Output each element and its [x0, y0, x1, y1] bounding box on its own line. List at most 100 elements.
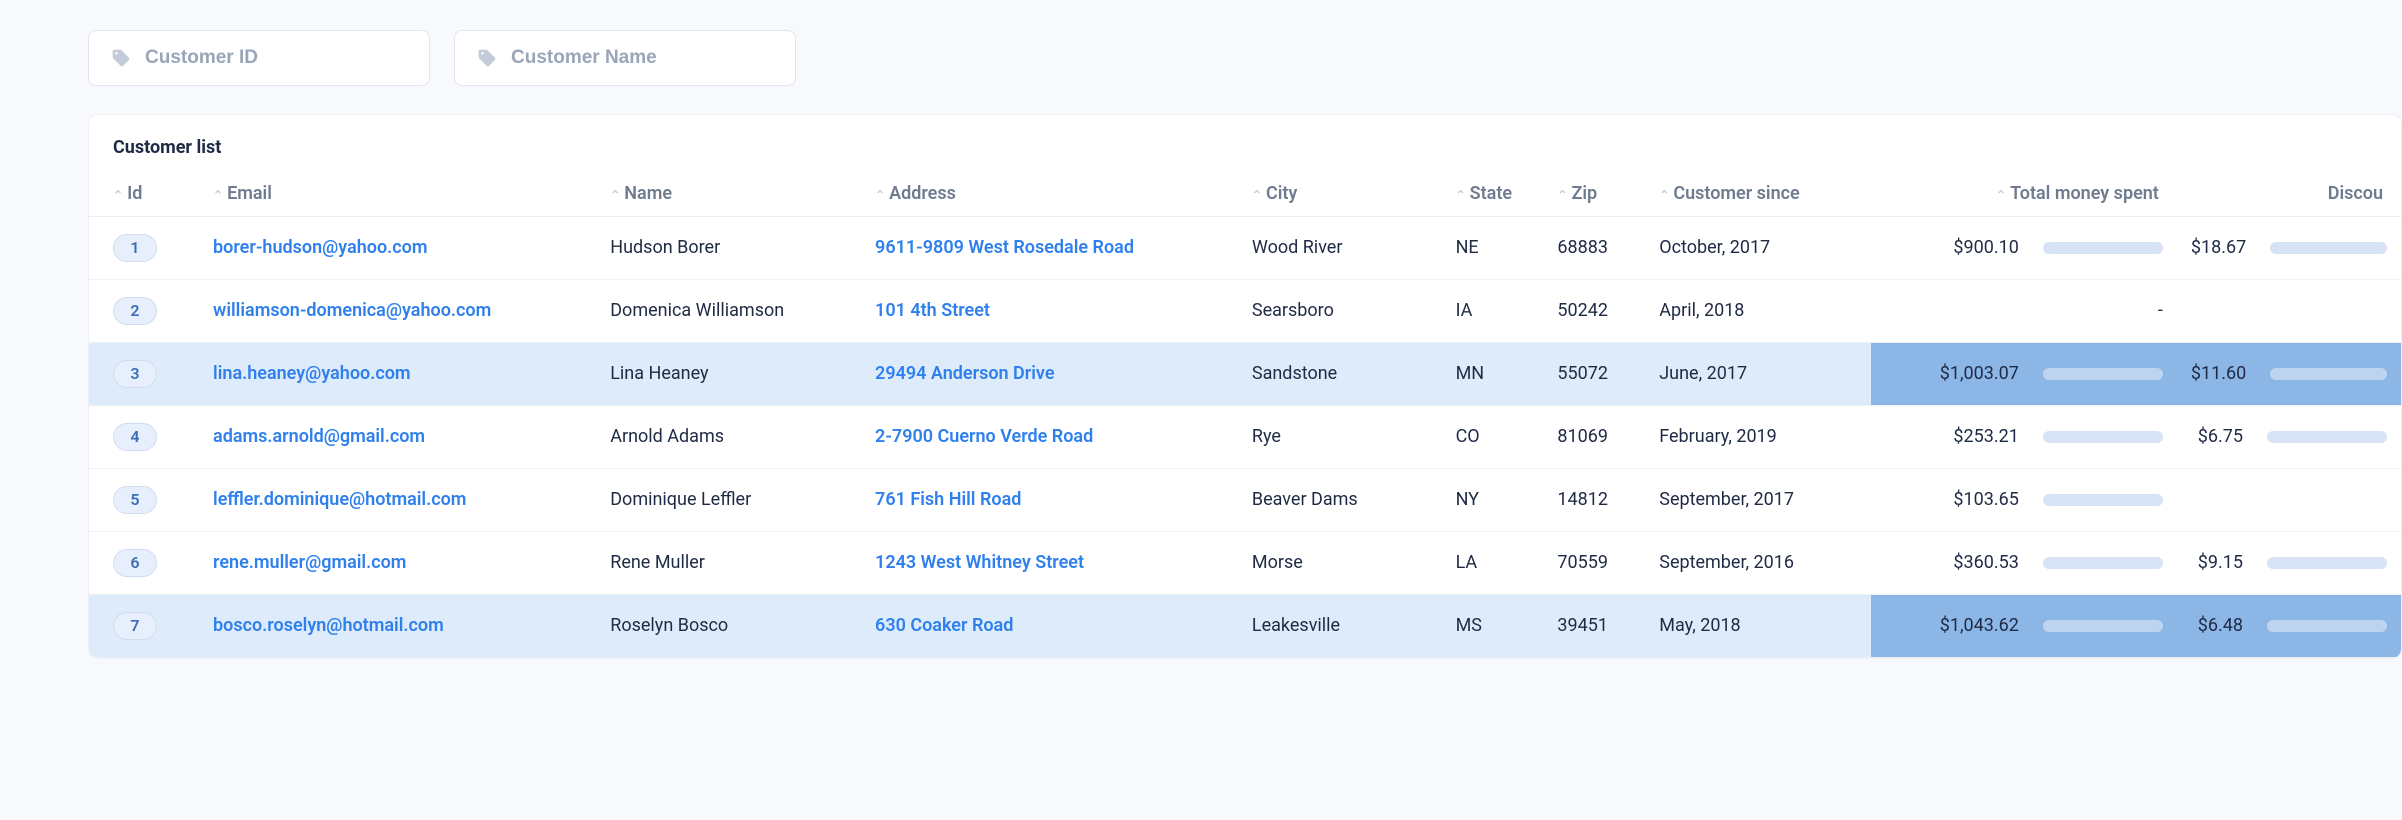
cell-city: Rye: [1240, 405, 1444, 468]
address-link[interactable]: 1243 West Whitney Street: [875, 552, 1084, 573]
cell-state: MS: [1444, 594, 1546, 657]
sort-icon: ⌃: [875, 188, 885, 202]
email-link[interactable]: adams.arnold@gmail.com: [213, 426, 425, 447]
col-header-id[interactable]: ⌃Id: [89, 172, 201, 216]
id-badge: 4: [113, 423, 157, 451]
col-header-state[interactable]: ⌃State: [1444, 172, 1546, 216]
customer-id-input[interactable]: [145, 47, 407, 69]
col-header-city[interactable]: ⌃City: [1240, 172, 1444, 216]
progress-bar: [2043, 431, 2163, 443]
sort-icon: ⌃: [213, 188, 223, 202]
customer-name-input[interactable]: [511, 47, 773, 69]
cell-city: Wood River: [1240, 216, 1444, 279]
total-cell: $1,043.62: [1871, 595, 2177, 657]
sort-icon: ⌃: [1557, 188, 1567, 202]
cell-city: Leakesville: [1240, 594, 1444, 657]
tag-icon: [477, 48, 497, 68]
col-header-zip[interactable]: ⌃Zip: [1545, 172, 1647, 216]
total-cell: $360.53: [1871, 532, 2177, 594]
cell-state: LA: [1444, 531, 1546, 594]
table-row[interactable]: 7bosco.roselyn@hotmail.comRoselyn Bosco6…: [89, 594, 2401, 657]
total-cell: $253.21: [1871, 406, 2177, 468]
table-row[interactable]: 5leffler.dominique@hotmail.comDominique …: [89, 468, 2401, 531]
address-link[interactable]: 29494 Anderson Drive: [875, 363, 1054, 384]
table-row[interactable]: 4 adams.arnold@gmail.com Arnold Adams 2-790…: [89, 405, 2401, 468]
discount-cell: $18.67: [2177, 217, 2401, 279]
sort-icon: ⌃: [1252, 188, 1262, 202]
cell-state: IA: [1444, 279, 1546, 342]
address-link[interactable]: 9611-9809 West Rosedale Road: [875, 237, 1134, 258]
sort-icon: ⌃: [1996, 188, 2006, 202]
col-header-name[interactable]: ⌃Name: [598, 172, 863, 216]
customer-id-filter[interactable]: [88, 30, 430, 86]
sort-icon: ⌃: [610, 188, 620, 202]
id-badge: 2: [113, 297, 157, 325]
id-badge: 3: [113, 360, 157, 388]
progress-bar: [2267, 620, 2387, 632]
cell-city: Searsboro: [1240, 279, 1444, 342]
address-link[interactable]: 761 Fish Hill Road: [875, 489, 1021, 510]
id-badge: 5: [113, 486, 157, 514]
cell-name: Rene Muller: [598, 531, 863, 594]
col-header-total[interactable]: ⌃Total money spent: [1871, 172, 2177, 216]
cell-zip: 70559: [1545, 531, 1647, 594]
cell-zip: 55072: [1545, 342, 1647, 405]
total-cell: -: [1871, 280, 2177, 342]
cell-zip: 68883: [1545, 216, 1647, 279]
email-link[interactable]: rene.muller@gmail.com: [213, 552, 406, 573]
email-link[interactable]: lina.heaney@yahoo.com: [213, 363, 411, 384]
email-link[interactable]: leffler.dominique@hotmail.com: [213, 489, 466, 510]
total-cell: $103.65: [1871, 469, 2177, 531]
id-badge: 1: [113, 234, 157, 262]
email-link[interactable]: williamson-domenica@yahoo.com: [213, 300, 491, 321]
progress-bar: [2270, 242, 2387, 254]
cell-state: NE: [1444, 216, 1546, 279]
cell-state: NY: [1444, 468, 1546, 531]
col-header-email[interactable]: ⌃Email: [201, 172, 598, 216]
table-row[interactable]: 3 lina.heaney@yahoo.com Lina Heaney 29494 A…: [89, 342, 2401, 405]
progress-bar: [2267, 431, 2387, 443]
cell-since: September, 2017: [1647, 468, 1871, 531]
cell-state: MN: [1444, 342, 1546, 405]
table-row[interactable]: 1borer-hudson@yahoo.comHudson Borer9611-…: [89, 216, 2401, 279]
cell-name: Arnold Adams: [598, 405, 863, 468]
email-link[interactable]: bosco.roselyn@hotmail.com: [213, 615, 444, 636]
cell-since: February, 2019: [1647, 405, 1871, 468]
cell-name: Domenica Williamson: [598, 279, 863, 342]
table-header-row: ⌃Id ⌃Email ⌃Name ⌃Address ⌃City ⌃State ⌃…: [89, 172, 2401, 216]
total-cell: $1,003.07: [1871, 343, 2177, 405]
progress-bar: [2043, 242, 2163, 254]
email-link[interactable]: borer-hudson@yahoo.com: [213, 237, 427, 258]
cell-zip: 50242: [1545, 279, 1647, 342]
cell-name: Lina Heaney: [598, 342, 863, 405]
cell-city: Sandstone: [1240, 342, 1444, 405]
table-row[interactable]: 2 williamson-domenica@yahoo.com Domenica W…: [89, 279, 2401, 342]
discount-cell: $6.48: [2177, 595, 2401, 657]
discount-cell: $9.15: [2177, 532, 2401, 594]
progress-bar: [2270, 368, 2387, 380]
progress-bar: [2043, 557, 2163, 569]
progress-bar: [2043, 368, 2163, 380]
table-row[interactable]: 6 rene.muller@gmail.com Rene Muller 1243 We…: [89, 531, 2401, 594]
card-title: Customer list: [89, 115, 2401, 172]
cell-since: June, 2017: [1647, 342, 1871, 405]
id-badge: 7: [113, 612, 157, 640]
customer-table: ⌃Id ⌃Email ⌃Name ⌃Address ⌃City ⌃State ⌃…: [89, 172, 2401, 658]
col-header-discount[interactable]: Discou: [2177, 172, 2401, 216]
customer-name-filter[interactable]: [454, 30, 796, 86]
col-header-since[interactable]: ⌃Customer since: [1647, 172, 1871, 216]
discount-cell: [2177, 469, 2401, 531]
address-link[interactable]: 2-7900 Cuerno Verde Road: [875, 426, 1093, 447]
tag-icon: [111, 48, 131, 68]
cell-city: Morse: [1240, 531, 1444, 594]
customer-list-card: Customer list ⌃Id ⌃Email ⌃Name ⌃Address …: [88, 114, 2402, 659]
address-link[interactable]: 630 Coaker Road: [875, 615, 1013, 636]
id-badge: 6: [113, 549, 157, 577]
discount-cell: $11.60: [2177, 343, 2401, 405]
address-link[interactable]: 101 4th Street: [875, 300, 990, 321]
cell-zip: 39451: [1545, 594, 1647, 657]
progress-bar: [2043, 620, 2163, 632]
col-header-address[interactable]: ⌃Address: [863, 172, 1240, 216]
cell-city: Beaver Dams: [1240, 468, 1444, 531]
cell-zip: 81069: [1545, 405, 1647, 468]
